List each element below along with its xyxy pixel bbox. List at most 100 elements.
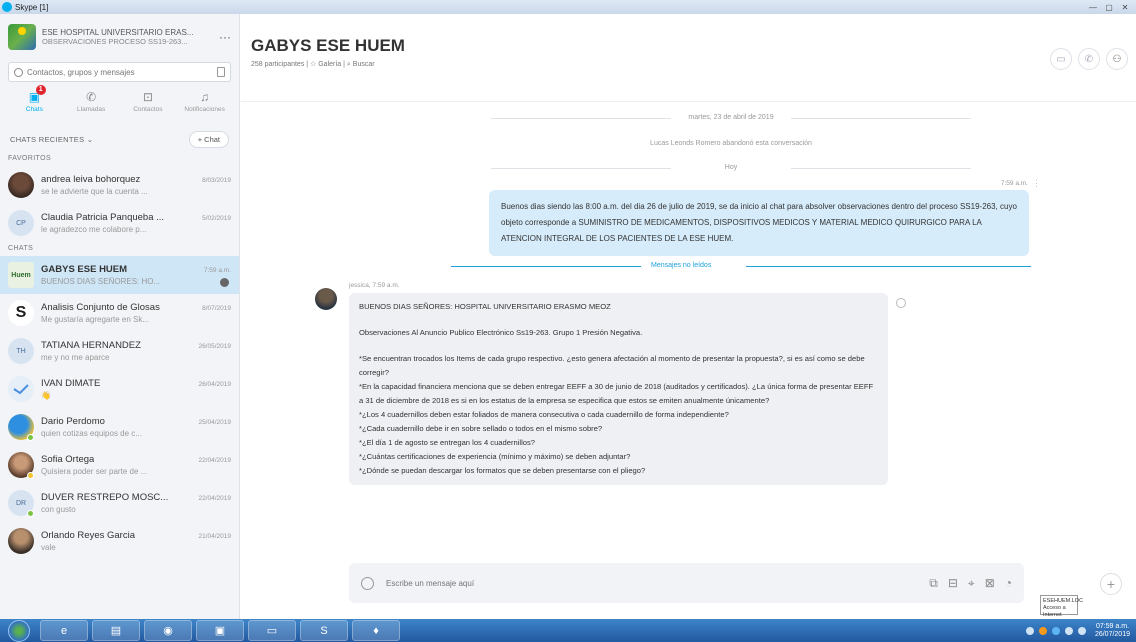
incoming-message[interactable]: BUENOS DIAS SEÑORES: HOSPITAL UNIVERSITA… (349, 293, 888, 485)
profile-avatar[interactable] (8, 24, 36, 50)
chat-date: 26/04/2019 (198, 381, 231, 388)
avatar (8, 528, 34, 554)
chat-title[interactable]: GABYS ESE HUEM (251, 36, 1136, 56)
schedule-icon[interactable]: ◔ (1005, 576, 1012, 591)
start-button[interactable] (8, 619, 30, 642)
tab-notifications[interactable]: ♫ Notificaciones (181, 90, 229, 120)
minimize-button[interactable]: — (1086, 3, 1100, 12)
chat-name: Claudia Patricia Panqueba ... (41, 212, 165, 223)
emoji-icon[interactable] (361, 576, 374, 590)
video-call-icon[interactable]: ▭ (1050, 48, 1072, 70)
maximize-button[interactable]: ▢ (1102, 3, 1116, 12)
recent-chats-dropdown[interactable]: CHATS RECIENTES ⌄ (10, 135, 93, 144)
chat-preview: Quisiera poder ser parte de ... (41, 467, 148, 476)
tab-calls[interactable]: ✆ Llamadas (67, 90, 115, 120)
favorites-label: FAVORITOS (8, 155, 52, 162)
add-button[interactable]: + (1100, 573, 1122, 595)
tooltip-line: Acceso a Internet (1043, 605, 1066, 618)
chat-name: GABYS ESE HUEM (41, 264, 128, 275)
chat-item-duver[interactable]: DR DUVER RESTREPO MOSC... 22/04/2019 con … (0, 484, 239, 522)
close-button[interactable]: ✕ (1118, 3, 1132, 12)
chat-icon: ▣ 1 (29, 85, 46, 104)
message-input[interactable] (386, 578, 930, 588)
skype-taskbar-icon[interactable]: S (300, 620, 348, 641)
chrome-icon[interactable]: ◉ (144, 620, 192, 641)
chat-preview: 👋 (41, 391, 51, 400)
internet-explorer-icon[interactable]: e (40, 620, 88, 641)
message-composer: ⧉ ⊟ ⌖ ⊠ ◔ (349, 563, 1024, 603)
chat-date: 5/02/2019 (202, 215, 231, 222)
message-list: martes, 23 de abril de 2019 Lucas Leonds… (241, 102, 1136, 562)
new-chat-button[interactable]: + Chat (188, 130, 229, 148)
tab-chats-label: Chats (25, 106, 43, 113)
more-options-icon[interactable]: ··· (219, 30, 231, 44)
chat-name: DUVER RESTREPO MOSC... (41, 492, 169, 503)
tray-icon[interactable] (1025, 626, 1034, 635)
chat-preview: con gusto (41, 505, 76, 514)
chat-item-tatiana[interactable]: TH TATIANA HERNANDEZ 26/05/2019 me y no m… (0, 332, 239, 370)
chat-item-claudia[interactable]: CP Claudia Patricia Panqueba ... 5/02/201… (0, 204, 239, 242)
tab-contacts[interactable]: ⊡ Contactos (124, 90, 172, 120)
chat-name: andrea leiva bohorquez (41, 174, 141, 185)
profile-status[interactable]: OBSERVACIONES PROCESO SS19-263... (42, 37, 213, 46)
avatar: TH (8, 338, 34, 364)
chat-meta[interactable]: 258 participantes | ☆ Galería | ⌕ Buscar (251, 60, 1136, 69)
profile-header[interactable]: ESE HOSPITAL UNIVERSITARIO ERAS... OBSER… (0, 14, 239, 60)
chat-item-sofia[interactable]: Sofia Ortega 22/04/2019 Quisiera poder se… (0, 446, 239, 484)
flame-app-icon[interactable]: ♦ (352, 620, 400, 641)
today-divider: Hoy (491, 164, 971, 171)
message-author: jessica, 7:59 a.m. (349, 282, 400, 289)
chat-preview: BUENOS DIAS SEÑORES: HO... (41, 277, 161, 286)
sender-avatar[interactable] (315, 288, 337, 310)
dialpad-icon[interactable] (217, 67, 225, 77)
chat-preview: vale (41, 543, 56, 552)
chat-date: 21/04/2019 (198, 533, 231, 540)
chat-header: GABYS ESE HUEM 258 participantes | ☆ Gal… (241, 14, 1136, 102)
contact-card-icon[interactable]: ⊟ (948, 576, 958, 591)
chat-preview: se le advierte que la cuenta ... (41, 187, 148, 196)
audio-call-icon[interactable]: ✆ (1078, 48, 1100, 70)
chat-name: IVAN DIMATE (41, 378, 101, 389)
tray-icon[interactable] (1051, 626, 1060, 635)
outgoing-message[interactable]: Buenos dias siendo las 8:00 a.m. del dia… (489, 190, 1029, 256)
profile-name: ESE HOSPITAL UNIVERSITARIO ERAS... (42, 28, 194, 37)
chat-item-dario[interactable]: Dario Perdomo 25/04/2019 quien cotizas eq… (0, 408, 239, 446)
chat-panel: GABYS ESE HUEM 258 participantes | ☆ Gal… (241, 14, 1136, 619)
tray-icon[interactable] (1038, 626, 1047, 635)
bell-icon: ♫ (200, 90, 210, 104)
media-icon[interactable]: ⊠ (985, 576, 995, 591)
avatar: Huem (8, 262, 34, 288)
sidebar: ESE HOSPITAL UNIVERSITARIO ERAS... OBSER… (0, 14, 240, 619)
add-participant-icon[interactable]: ⚇ (1106, 48, 1128, 70)
message-line: *¿Cada cuadernillo debe ir en sobre sell… (359, 424, 603, 433)
chat-item-analisis[interactable]: S Analisis Conjunto de Glosas 8/07/2019 M… (0, 294, 239, 332)
chat-preview: me y no me aparce (41, 353, 110, 362)
attach-file-icon[interactable]: ⧉ (929, 576, 938, 591)
network-icon[interactable] (1064, 626, 1073, 635)
search-box[interactable] (8, 62, 231, 82)
file-explorer-icon[interactable]: ▤ (92, 620, 140, 641)
chat-item-andrea[interactable]: andrea leiva bohorquez 8/03/2019 se le ad… (0, 166, 239, 204)
chat-item-orlando[interactable]: Orlando Reyes Garcia 21/04/2019 vale (0, 522, 239, 560)
search-input[interactable] (27, 67, 217, 77)
folder-icon[interactable]: ▭ (248, 620, 296, 641)
volume-icon[interactable] (1077, 626, 1086, 635)
clock[interactable]: 07:59 a.m. 26/07/2019 (1095, 623, 1130, 639)
taskbar: e ▤ ◉ ▣ ▭ S ♦ 07:59 a.m. 26/07/2019 (0, 619, 1136, 642)
chat-item-ivan[interactable]: IVAN DIMATE 26/04/2019 👋 (0, 370, 239, 408)
recent-chats-header: CHATS RECIENTES ⌄ + Chat (0, 126, 239, 152)
tab-contacts-label: Contactos (133, 106, 163, 113)
message-more-icon[interactable]: ⋮ (1032, 178, 1041, 189)
tab-chats[interactable]: ▣ 1 Chats (10, 85, 58, 120)
chat-date: 8/07/2019 (202, 305, 231, 312)
reaction-icon[interactable] (896, 298, 906, 308)
chat-item-gabys[interactable]: Huem GABYS ESE HUEM 7:59 a.m. BUENOS DIAS… (0, 256, 239, 294)
search-icon (14, 67, 23, 77)
composer-tools: ⧉ ⊟ ⌖ ⊠ ◔ (929, 576, 1012, 591)
message-line: *¿Cuántas certificaciones de experiencia… (359, 452, 631, 461)
location-icon[interactable]: ⌖ (968, 576, 975, 591)
phone-icon: ✆ (86, 90, 97, 104)
tooltip-line: ESEHUEM.LOC (1043, 598, 1084, 604)
app-icon[interactable]: ▣ (196, 620, 244, 641)
network-tooltip: ESEHUEM.LOC Acceso a Internet (1040, 595, 1084, 618)
